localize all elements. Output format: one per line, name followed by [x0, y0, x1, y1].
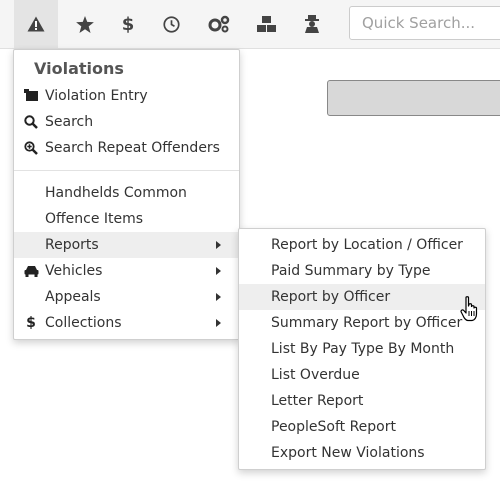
dollar-icon[interactable]: $ — [106, 0, 150, 48]
submenu-item-report-by-location-officer[interactable]: Report by Location / Officer — [239, 232, 485, 258]
menu-item-label: Offence Items — [45, 211, 144, 227]
menu-item-label: Violation Entry — [45, 88, 148, 104]
submenu-item-export-new-violations[interactable]: Export New Violations — [239, 440, 485, 466]
dollar-icon: $ — [26, 315, 36, 331]
reports-submenu: Report by Location / Officer Paid Summar… — [238, 228, 486, 470]
menu-item-label: Search Repeat Offenders — [45, 140, 220, 156]
quick-search-input[interactable] — [349, 6, 500, 40]
gears-icon[interactable] — [197, 0, 241, 48]
menu-item-label: Vehicles — [45, 263, 103, 279]
car-icon — [23, 258, 39, 284]
menu-item-search[interactable]: Search — [14, 109, 239, 135]
menu-item-label: Appeals — [45, 289, 101, 305]
search-icon — [23, 109, 39, 135]
menu-item-vehicles[interactable]: Vehicles — [14, 258, 239, 284]
submenu-item-letter-report[interactable]: Letter Report — [239, 388, 485, 414]
menu-item-label: Handhelds Common — [45, 185, 187, 201]
submenu-item-label: Export New Violations — [271, 445, 425, 461]
menu-item-label: Search — [45, 114, 94, 130]
menu-item-reports[interactable]: Reports — [14, 232, 239, 258]
chevron-right-icon — [216, 241, 221, 249]
submenu-item-paid-summary-by-type[interactable]: Paid Summary by Type — [239, 258, 485, 284]
submenu-item-label: Paid Summary by Type — [271, 263, 431, 279]
menu-item-violation-entry[interactable]: Violation Entry — [14, 83, 239, 109]
submenu-item-label: Summary Report by Officer — [271, 315, 463, 331]
menu-title: Violations — [34, 59, 124, 78]
submenu-item-report-by-officer[interactable]: Report by Officer — [239, 284, 485, 310]
page-header-bar — [327, 80, 500, 116]
submenu-item-list-overdue[interactable]: List Overdue — [239, 362, 485, 388]
menu-item-search-repeat-offenders[interactable]: Search Repeat Offenders — [14, 135, 239, 161]
chevron-right-icon — [216, 267, 221, 275]
menu-item-appeals[interactable]: Appeals — [14, 284, 239, 310]
hand-pointer-icon — [460, 296, 480, 326]
chevron-right-icon — [216, 319, 221, 327]
submenu-item-peoplesoft-report[interactable]: PeopleSoft Report — [239, 414, 485, 440]
submenu-item-label: Letter Report — [271, 393, 364, 409]
ticket-icon — [23, 83, 39, 109]
cubes-icon[interactable] — [245, 0, 289, 48]
star-icon[interactable] — [63, 0, 107, 48]
menu-item-offence-items[interactable]: Offence Items — [14, 206, 239, 232]
submenu-item-list-by-pay-type-by-month[interactable]: List By Pay Type By Month — [239, 336, 485, 362]
menu-item-label: Collections — [45, 315, 122, 331]
submenu-item-label: List By Pay Type By Month — [271, 341, 455, 357]
menu-item-label: Reports — [45, 237, 99, 253]
top-toolbar: $ — [0, 0, 500, 49]
menu-item-handhelds-common[interactable]: Handhelds Common — [14, 180, 239, 206]
menu-divider — [14, 170, 239, 171]
warning-icon[interactable] — [14, 0, 58, 48]
submenu-item-label: PeopleSoft Report — [271, 419, 396, 435]
submenu-item-summary-report-by-officer[interactable]: Summary Report by Officer — [239, 310, 485, 336]
chevron-right-icon — [216, 293, 221, 301]
submenu-item-label: List Overdue — [271, 367, 360, 383]
zoom-in-icon — [23, 135, 39, 161]
submenu-item-label: Report by Location / Officer — [271, 237, 463, 253]
violations-menu: Violations Violation Entry Search Search… — [13, 49, 240, 340]
submenu-item-label: Report by Officer — [271, 289, 391, 305]
menu-item-collections[interactable]: $ Collections — [14, 310, 239, 336]
clock-icon[interactable] — [149, 0, 193, 48]
user-secret-icon[interactable] — [290, 0, 334, 48]
